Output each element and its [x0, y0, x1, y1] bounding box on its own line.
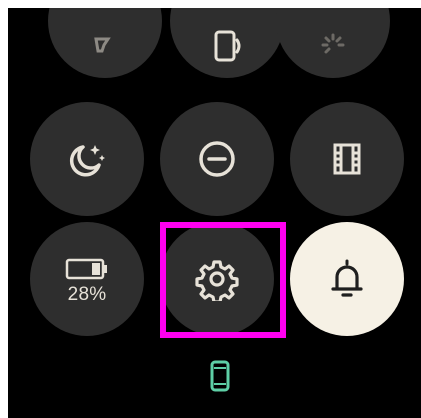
battery-percent-label: 28% [67, 284, 107, 305]
battery-tile[interactable]: 28% [30, 222, 144, 336]
phone-connection-icon [214, 30, 241, 62]
phone-connection-tile[interactable] [170, 8, 284, 78]
flashlight-tile[interactable] [48, 8, 162, 78]
bedtime-mode-tile[interactable] [30, 102, 144, 216]
bedtime-moon-icon [69, 145, 105, 177]
do-not-disturb-icon [199, 141, 235, 177]
gear-icon [195, 260, 239, 301]
flashlight-icon [94, 37, 111, 53]
brightness-icon [321, 33, 345, 54]
notifications-tile[interactable] [290, 222, 404, 336]
battery-icon [65, 258, 107, 280]
brightness-tile[interactable] [276, 8, 390, 78]
bell-icon [331, 259, 363, 297]
quick-settings-screen: 28% [8, 8, 421, 418]
phone-status-icon [210, 360, 230, 392]
theater-mode-tile[interactable] [290, 102, 404, 216]
phone-status-indicator [208, 358, 232, 394]
settings-tile[interactable] [160, 222, 274, 336]
theater-mode-film-icon [333, 143, 361, 175]
do-not-disturb-tile[interactable] [160, 102, 274, 216]
